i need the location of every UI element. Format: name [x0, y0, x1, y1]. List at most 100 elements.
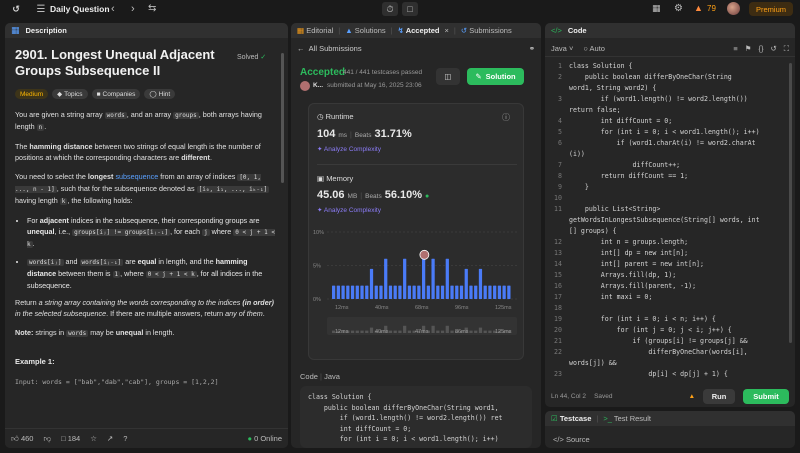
tab-editorial[interactable]: ▦ Editorial — [297, 26, 333, 35]
tag-row: Medium ◆ Topics ■ Companies ◯ Hint — [15, 89, 277, 99]
all-submissions-link[interactable]: All Submissions — [309, 44, 362, 53]
code-line: 12 int n = groups.length; — [545, 237, 787, 248]
code-line: 18 — [545, 303, 787, 314]
comments-button[interactable]: □ 184 — [61, 434, 80, 443]
bar — [493, 285, 497, 299]
timer-icon[interactable]: ⏱ — [382, 2, 398, 16]
line-number: 8 — [558, 172, 562, 180]
upload-icon[interactable]: ▲ — [689, 393, 695, 400]
mini-x-tick-label: 125ms — [495, 329, 512, 335]
close-tab-icon[interactable]: × — [444, 26, 448, 35]
bold-italic-text: (in order) — [242, 298, 274, 307]
reset-icon[interactable]: ↺ — [770, 44, 776, 54]
line-number: 12 — [554, 238, 562, 246]
dislike-icon[interactable]: 👎︎ — [43, 434, 51, 444]
tab-code[interactable]: Code — [568, 26, 587, 35]
solution-button[interactable]: ✎ Solution — [467, 68, 524, 85]
link-icon[interactable]: ⚭ — [529, 44, 535, 53]
line-number: 21 — [554, 337, 562, 345]
info-icon[interactable]: ⓘ — [502, 112, 510, 123]
problem-list-icon[interactable]: ☰ — [35, 3, 47, 15]
source-toggle[interactable]: </> Source — [553, 435, 590, 444]
tab-description[interactable]: Description — [26, 26, 67, 35]
avatar[interactable] — [727, 2, 740, 15]
text: . — [44, 122, 47, 131]
tab-submissions[interactable]: ↺ Submissions — [461, 26, 512, 35]
top-bar: ↺ ☰ Daily Question ‹ › ⇆ ⏱ □ ▦ ⚙ ▲ 79 Pr… — [0, 0, 800, 18]
tab-testcase[interactable]: ☑ Testcase — [551, 414, 591, 423]
code-line: for (int i = 0; i < word1.length(); i++) — [308, 435, 499, 443]
runtime-value: 104 — [317, 128, 336, 140]
braces-icon[interactable]: {} — [758, 44, 763, 54]
subsequence-link[interactable]: subsequence — [115, 172, 158, 181]
editor-status-bar: Ln 44, Col 2 Saved ▲ Run Submit — [545, 385, 795, 407]
saved-status: Saved — [594, 392, 613, 400]
bar — [445, 258, 449, 299]
runtime-distribution-chart[interactable]: 10% 5% 0% 12ms 40ms 68ms 96ms 125ms 12ms 40ms 47ms… — [309, 224, 525, 359]
topics-tag[interactable]: ◆ Topics — [52, 89, 88, 99]
auto-mode[interactable]: ○ Auto — [583, 44, 605, 53]
solved-label: Solved — [237, 54, 259, 61]
prev-problem-icon[interactable]: ‹ — [111, 3, 115, 15]
line-number: 6 — [558, 139, 562, 147]
settings-gear-icon[interactable]: ⚙ — [674, 3, 683, 14]
bar — [374, 285, 378, 299]
lock-icon: ○ — [583, 44, 588, 53]
comment-count: 184 — [67, 434, 81, 443]
daily-question-title[interactable]: Daily Question — [50, 4, 110, 14]
lightbulb-icon: ◯ — [149, 91, 157, 98]
editorial-icon-button[interactable]: ◫ — [436, 68, 460, 85]
text: , and an array — [126, 110, 174, 119]
x-tick-label: 125ms — [495, 305, 512, 311]
language-select[interactable]: Java ˅ — [551, 44, 573, 53]
submit-button[interactable]: Submit — [743, 388, 789, 404]
fullscreen-icon[interactable]: ⛶ — [784, 44, 789, 54]
example-heading: Example 1: — [15, 357, 55, 366]
next-problem-icon[interactable]: › — [131, 3, 135, 15]
paragraph-1: You are given a string array words, and … — [15, 109, 277, 133]
mini-bar — [431, 325, 435, 333]
format-icon[interactable]: ≡ — [733, 44, 737, 54]
line-text: class Solution { — [569, 62, 633, 70]
analyze-memory-link[interactable]: ✦ Analyze Complexity — [317, 206, 381, 214]
toolbar-icons: ≡ ⚑ {} ↺ ⛶ — [733, 44, 789, 54]
tab-test-result[interactable]: >_ Test Result — [603, 414, 651, 423]
memory-value: 45.06 — [317, 189, 345, 201]
code-line: 3 if (word1.length() != word2.length()) — [545, 94, 787, 105]
analyze-runtime-link[interactable]: ✦ Analyze Complexity — [317, 145, 381, 153]
code-line: 7 diffCount++; — [545, 160, 787, 171]
submitter-name[interactable]: K... — [313, 82, 323, 89]
scrollbar[interactable] — [281, 53, 284, 183]
bookmark-icon[interactable]: ⚑ — [745, 44, 752, 54]
bar — [426, 285, 430, 299]
editor-scrollbar[interactable] — [789, 63, 792, 343]
code-line: public boolean differByOneChar(String wo… — [308, 403, 499, 412]
code-language: Java — [324, 372, 340, 381]
notes-icon[interactable]: □ — [402, 2, 418, 16]
bold-text: longest — [87, 172, 114, 181]
companies-tag[interactable]: ■ Companies — [91, 89, 141, 99]
tab-accepted[interactable]: ↯ Accepted — [398, 26, 440, 35]
text: are — [123, 257, 138, 266]
submitter-avatar[interactable] — [300, 81, 310, 91]
bar — [502, 285, 506, 299]
share-icon[interactable]: ↗ — [107, 434, 113, 443]
star-icon[interactable]: ☆ — [90, 434, 97, 443]
submission-tab-bar: ▦ Editorial | ▲ Solutions | ↯ Accepted ×… — [291, 23, 541, 38]
help-icon[interactable]: ? — [123, 434, 127, 443]
editor-code-area[interactable]: 1 class Solution {2 public boolean differ… — [545, 61, 787, 379]
text: For — [27, 216, 40, 225]
line-text: word1, String word2) { — [569, 84, 657, 92]
premium-button[interactable]: Premium — [749, 2, 793, 16]
run-button[interactable]: Run — [703, 388, 735, 404]
leetcode-logo-icon[interactable]: ↺ — [10, 3, 22, 15]
code-label: Code — [300, 372, 318, 381]
shuffle-icon[interactable]: ⇆ — [148, 3, 156, 14]
layout-icon[interactable]: ▦ — [652, 3, 661, 14]
difficulty-badge[interactable]: Medium — [15, 89, 49, 99]
text: , such that for the subsequence denoted … — [56, 184, 197, 193]
back-arrow-icon[interactable]: ← — [297, 44, 305, 53]
like-button[interactable]: 👍︎ 460 — [11, 434, 33, 444]
tab-solutions[interactable]: ▲ Solutions — [345, 26, 385, 35]
hint-tag[interactable]: ◯ Hint — [144, 89, 176, 99]
